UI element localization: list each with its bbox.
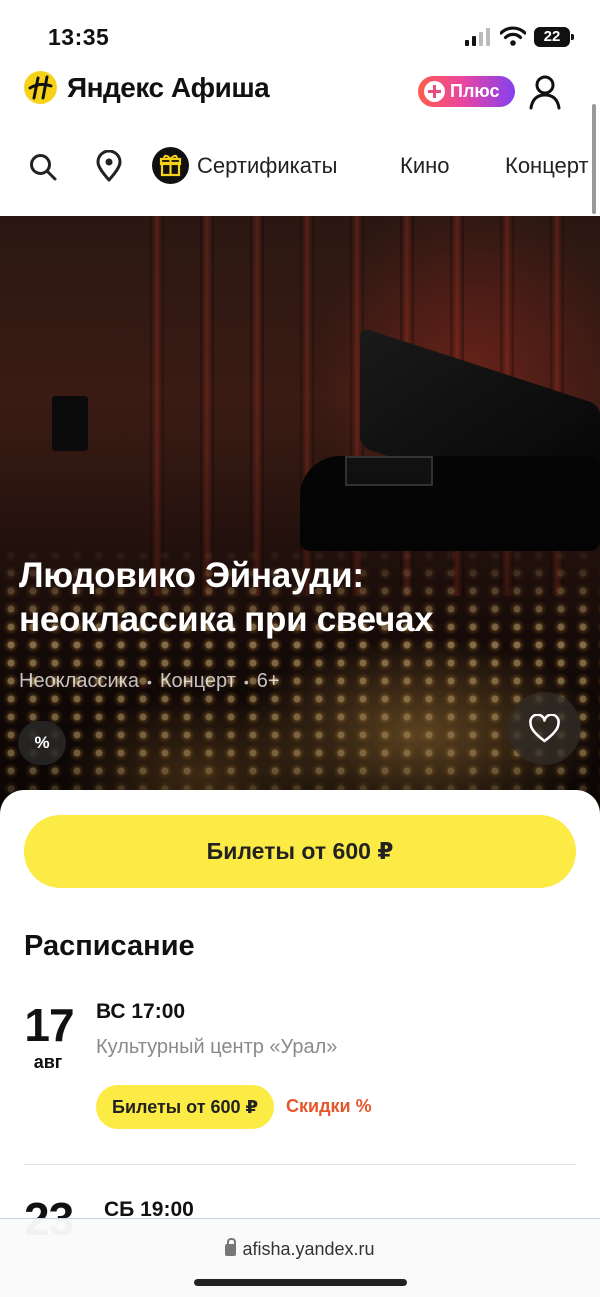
discount-badge[interactable]: % bbox=[18, 721, 66, 765]
schedule-heading: Расписание bbox=[24, 930, 195, 962]
url-text: afisha.yandex.ru bbox=[242, 1239, 375, 1259]
search-icon[interactable] bbox=[28, 152, 58, 182]
url-display[interactable]: afisha.yandex.ru bbox=[0, 1238, 600, 1260]
event-type: Концерт bbox=[159, 670, 236, 692]
favorite-button[interactable] bbox=[508, 692, 581, 765]
home-indicator[interactable] bbox=[194, 1279, 407, 1286]
event-age-rating: 6+ bbox=[256, 670, 280, 692]
heart-icon bbox=[529, 714, 560, 743]
location-pin-icon[interactable] bbox=[95, 150, 123, 182]
session-month: авг bbox=[33, 1052, 63, 1072]
nav-item-certificates[interactable]: Сертификаты bbox=[197, 153, 337, 179]
battery-indicator: 22 bbox=[534, 27, 574, 47]
yandex-afisha-logo[interactable]: Яндекс Афиша bbox=[24, 71, 270, 104]
event-details-card: Билеты от 600 ₽ Расписание 17 авг ВС 17:… bbox=[0, 790, 600, 1245]
session-day: 17 bbox=[24, 999, 74, 1051]
event-title: Людовико Эйнауди: неоклассика при свечах bbox=[19, 556, 434, 639]
wifi-icon bbox=[500, 26, 526, 46]
category-nav: Сертификаты Кино Концерт bbox=[0, 140, 600, 192]
app-header: Яндекс Афиша Плюс bbox=[0, 66, 600, 114]
event-genre: Неоклассика bbox=[19, 670, 139, 692]
event-meta: Неоклассика • Концерт • 6+ bbox=[19, 670, 280, 692]
browser-address-bar[interactable]: afisha.yandex.ru bbox=[0, 1218, 600, 1297]
plus-button[interactable]: Плюс bbox=[418, 76, 515, 107]
schedule-divider bbox=[24, 1164, 576, 1165]
gift-icon[interactable] bbox=[152, 147, 189, 184]
cellular-signal-icon bbox=[465, 28, 490, 46]
buy-tickets-button[interactable]: Билеты от 600 ₽ bbox=[24, 815, 576, 888]
status-bar: 13:35 22 bbox=[0, 0, 600, 70]
session-tickets-button[interactable]: Билеты от 600 ₽ bbox=[96, 1085, 275, 1129]
nav-item-concerts[interactable]: Концерт bbox=[505, 153, 589, 179]
plus-icon bbox=[424, 81, 445, 102]
plus-label: Плюс bbox=[450, 81, 500, 101]
afisha-logo-icon bbox=[24, 71, 57, 104]
logo-text: Яндекс Афиша bbox=[67, 71, 270, 103]
profile-icon[interactable] bbox=[528, 74, 562, 110]
event-hero: Людовико Эйнауди: неоклассика при свечах… bbox=[0, 216, 600, 816]
session-sale-label: Скидки % bbox=[286, 1096, 372, 1116]
session-venue[interactable]: Культурный центр «Урал» bbox=[96, 1036, 337, 1059]
session-weekday-time: ВС 17:00 bbox=[96, 1000, 186, 1023]
nav-item-cinema[interactable]: Кино bbox=[400, 153, 450, 179]
status-time: 13:35 bbox=[48, 24, 110, 50]
lock-icon bbox=[225, 1238, 237, 1256]
